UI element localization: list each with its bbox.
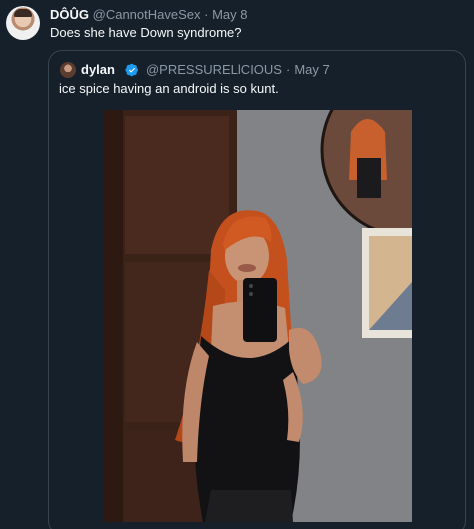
quoted-author-avatar[interactable] — [60, 62, 76, 78]
quoted-tweet[interactable]: dylan @PRESSURELlCIOUS · May 7 ice spice… — [48, 50, 466, 529]
tweet-header: DÔÛG @CannotHaveSex · May 8 — [50, 7, 248, 23]
tweet-date[interactable]: May 8 — [212, 7, 247, 22]
quoted-separator-dot: · — [285, 62, 291, 77]
quoted-author-name[interactable]: dylan — [81, 62, 115, 78]
author-name[interactable]: DÔÛG — [50, 7, 89, 22]
author-handle[interactable]: @CannotHaveSex — [93, 7, 201, 22]
tweet-photo[interactable] — [103, 110, 412, 522]
author-avatar[interactable] — [6, 6, 40, 40]
quoted-tweet-header: dylan @PRESSURELlCIOUS · May 7 — [81, 62, 330, 78]
quoted-tweet-date[interactable]: May 7 — [294, 62, 329, 78]
quoted-author-handle[interactable]: @PRESSURELlCIOUS — [146, 62, 282, 78]
separator-dot: · — [204, 7, 209, 22]
quoted-tweet-text: ice spice having an android is so kunt. — [59, 81, 279, 96]
photo-illustration — [103, 110, 412, 522]
verified-badge-icon — [125, 63, 138, 77]
tweet-text: Does she have Down syndrome? — [50, 25, 242, 40]
tweet[interactable]: DÔÛG @CannotHaveSex · May 8 Does she hav… — [0, 0, 474, 529]
